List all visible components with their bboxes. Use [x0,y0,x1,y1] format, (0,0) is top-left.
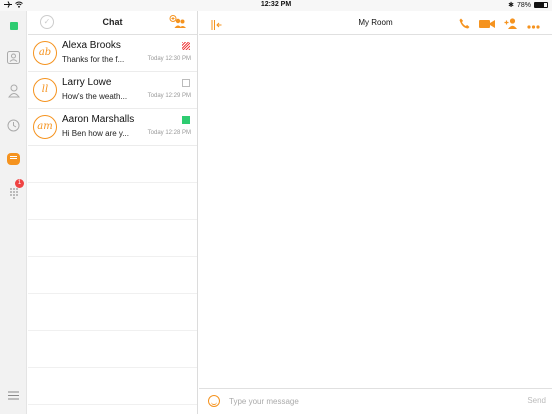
add-group-icon [169,15,186,28]
message-area [199,35,552,388]
status-indicator-busy [182,42,190,50]
navigation-rail: 1 [0,11,27,414]
conversation-header: My Room [199,11,552,35]
conversation-row[interactable]: am Aaron Marshalls Hi Ben how are y... T… [28,109,197,146]
conversation-pane: My Room Send [199,11,552,414]
message-preview: Thanks for the f... [62,55,125,64]
battery-percent: 78% [516,1,531,9]
emoji-button[interactable] [208,395,220,407]
presence-indicator [9,22,18,30]
empty-row [28,331,197,368]
empty-row [28,294,197,331]
audio-call-button[interactable] [459,16,470,34]
bluetooth-icon: ✱ [508,2,514,9]
message-time: Today 12:30 PM [147,56,191,62]
empty-row [28,220,197,257]
contact-name: Larry Lowe [62,77,112,88]
video-call-button[interactable] [479,16,495,34]
phone-icon [459,18,470,29]
chat-nav-button[interactable] [0,149,27,169]
conversation-actions [459,16,540,34]
contacts-card-button[interactable] [0,47,27,67]
empty-row [28,183,197,220]
empty-row [28,146,197,183]
conversation-list: ab Alexa Brooks Thanks for the f... Toda… [28,35,197,405]
more-options-button[interactable] [527,16,540,34]
message-preview: Hi Ben how are y... [62,129,129,138]
new-group-chat-button[interactable] [169,15,187,34]
status-indicator-available [182,116,190,124]
avatar: ll [33,78,57,102]
dialpad-button[interactable]: 1 [0,179,27,203]
menu-button[interactable] [0,385,27,405]
chat-list-header: ✓ Chat [28,11,197,35]
video-camera-icon [479,20,495,28]
contact-name: Aaron Marshalls [62,114,135,125]
status-time: 12:32 PM [260,1,292,8]
message-time: Today 12:29 PM [147,93,191,99]
contact-card-icon [7,50,20,64]
dialpad-badge: 1 [15,179,24,188]
contact-name: Alexa Brooks [62,40,121,51]
history-icon [7,119,20,131]
empty-row [28,257,197,294]
message-preview: How's the weath... [62,92,128,101]
status-right: ✱ 78% [508,1,548,9]
chat-list-pane: ✓ Chat ab Alexa Brooks Thanks for the f.… [28,11,198,414]
chat-bubble-icon [7,153,20,165]
status-bar: 12:32 PM ✱ 78% [0,0,552,11]
contacts-button[interactable] [0,81,27,101]
conversation-row[interactable]: ab Alexa Brooks Thanks for the f... Toda… [28,35,197,72]
history-button[interactable] [0,115,27,135]
add-person-icon [504,18,517,29]
person-icon [7,84,20,98]
battery-icon [534,2,548,8]
conversation-row[interactable]: ll Larry Lowe How's the weath... Today 1… [28,72,197,109]
avatar: am [33,115,57,139]
empty-row [28,368,197,405]
hamburger-icon [8,391,19,399]
battery-level [535,3,545,7]
message-input[interactable] [229,394,509,409]
avatar: ab [33,41,57,65]
more-dots-icon [527,25,540,29]
message-time: Today 12:28 PM [147,130,191,136]
message-composer: Send [199,388,552,414]
presence-status-button[interactable] [0,16,27,36]
add-participant-button[interactable] [504,16,518,34]
dialpad-icon [9,188,18,199]
send-button[interactable]: Send [527,396,546,405]
status-indicator-offline [182,79,190,87]
